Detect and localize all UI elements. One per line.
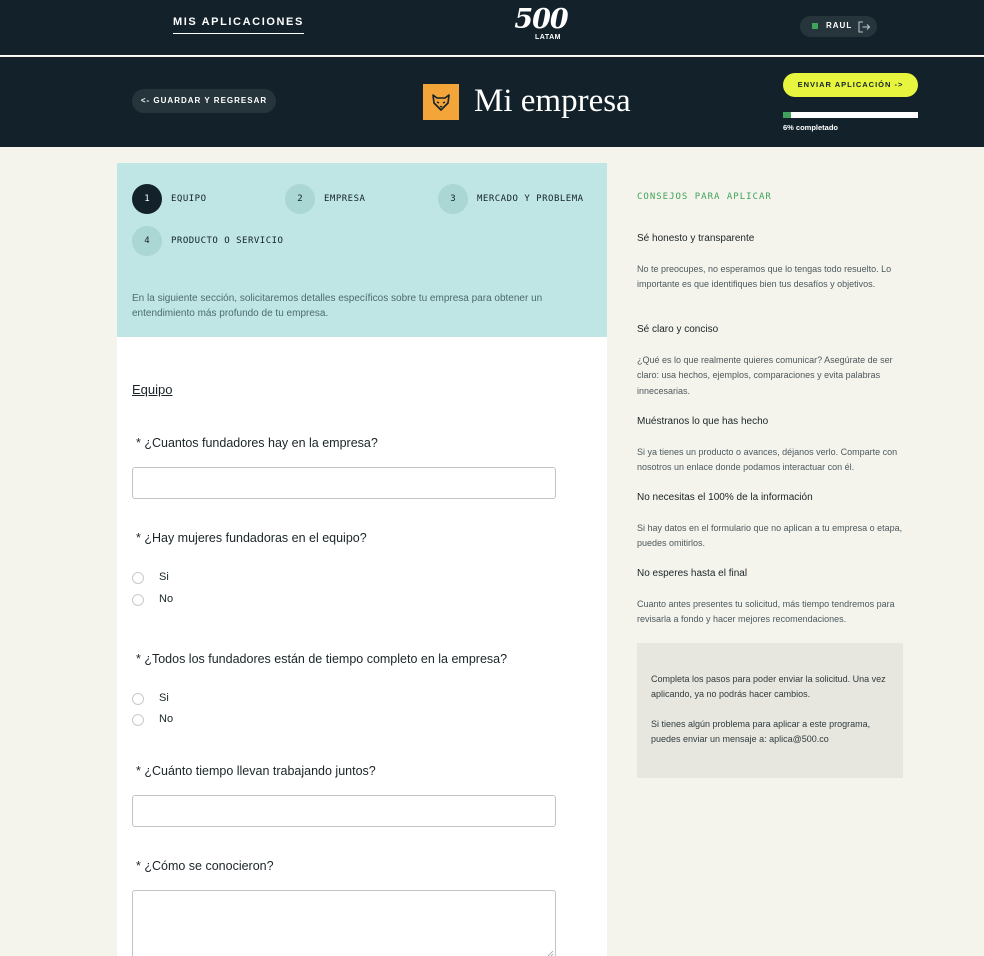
- progress-bar-fill: [783, 112, 792, 118]
- step-label: PRODUCTO O SERVICIO: [171, 236, 284, 246]
- step-number: 3: [438, 184, 468, 214]
- question-label: * ¿Todos los fundadores están de tiempo …: [136, 652, 508, 666]
- step-number: 2: [285, 184, 315, 214]
- tip-heading: Muéstranos lo que has hecho: [637, 416, 769, 427]
- question-label: * ¿Hay mujeres fundadoras en el equipo?: [136, 531, 367, 545]
- user-name: RAUL: [826, 21, 853, 30]
- progress-bar: [783, 112, 918, 118]
- radio-button[interactable]: [132, 714, 144, 726]
- how-met-textarea[interactable]: [132, 890, 556, 956]
- online-status-icon: [812, 23, 818, 29]
- step-label: EQUIPO: [171, 194, 207, 204]
- fox-icon: [432, 94, 450, 111]
- company-logo: [423, 84, 459, 120]
- mis-aplicaciones-link[interactable]: MIS APLICACIONES: [173, 16, 304, 34]
- tip-text: Si hay datos en el formulario que no apl…: [637, 523, 903, 549]
- question-label: * ¿Cómo se conocieron?: [136, 859, 274, 873]
- section-title: Equipo: [132, 382, 173, 397]
- send-application-button[interactable]: ENVIAR APLICACIÓN ->: [783, 73, 918, 97]
- resize-grip-icon[interactable]: [546, 950, 554, 956]
- step-label: EMPRESA: [324, 194, 366, 204]
- question-label: * ¿Cuantos fundadores hay en la empresa?: [136, 436, 378, 450]
- logo-number: 500: [514, 4, 568, 35]
- radio-button[interactable]: [132, 594, 144, 606]
- tip-heading: Sé claro y conciso: [637, 324, 719, 335]
- logout-icon[interactable]: [857, 20, 871, 34]
- tip-text: No te preocupes, no esperamos que lo ten…: [637, 264, 892, 290]
- question-label: * ¿Cuánto tiempo llevan trabajando junto…: [136, 764, 376, 778]
- progress-label: 6% completado: [783, 123, 839, 132]
- step-label: MERCADO Y PROBLEMA: [477, 194, 584, 204]
- steps-description: En la siguiente sección, solicitaremos d…: [132, 293, 543, 319]
- radio-label: Si: [159, 571, 169, 583]
- logo-subtitle: LATAM: [535, 34, 561, 41]
- page-title: Mi empresa: [474, 83, 631, 119]
- save-and-return-button[interactable]: <- GUARDAR Y REGRESAR: [132, 89, 276, 113]
- top-navigation-bar: MIS APLICACIONES 500 LATAM RAUL: [0, 0, 984, 56]
- step-number: 1: [132, 184, 162, 214]
- radio-label: Si: [159, 692, 169, 704]
- radio-button[interactable]: [132, 572, 144, 584]
- tip-heading: No necesitas el 100% de la información: [637, 492, 813, 503]
- info-note-box: Completa los pasos para poder enviar la …: [637, 643, 903, 778]
- tip-heading: No esperes hasta el final: [637, 568, 748, 579]
- tips-title: CONSEJOS PARA APLICAR: [637, 192, 772, 202]
- radio-label: No: [159, 593, 174, 605]
- page-header: <- GUARDAR Y REGRESAR Mi empresa ENVIAR …: [0, 57, 984, 147]
- tip-text: ¿Qué es lo que realmente quieres comunic…: [637, 355, 893, 396]
- tip-text: Cuanto antes presentes tu solicitud, más…: [637, 599, 895, 625]
- founders-count-input[interactable]: [132, 467, 556, 499]
- tip-text: Si ya tienes un producto o avances, déja…: [637, 447, 898, 473]
- user-menu[interactable]: RAUL: [800, 16, 877, 37]
- form-panel: Equipo * ¿Cuantos fundadores hay en la e…: [117, 337, 607, 956]
- radio-button[interactable]: [132, 693, 144, 705]
- tip-heading: Sé honesto y transparente: [637, 233, 755, 244]
- note-text: Completa los pasos para poder enviar la …: [651, 674, 886, 700]
- step-number: 4: [132, 226, 162, 256]
- time-working-together-input[interactable]: [132, 795, 556, 827]
- steps-panel: 1 EQUIPO 2 EMPRESA 3 MERCADO Y PROBLEMA …: [117, 163, 607, 337]
- note-text: Si tienes algún problema para aplicar a …: [651, 719, 871, 745]
- radio-label: No: [159, 713, 174, 725]
- 500-latam-logo[interactable]: 500 LATAM: [505, 6, 577, 46]
